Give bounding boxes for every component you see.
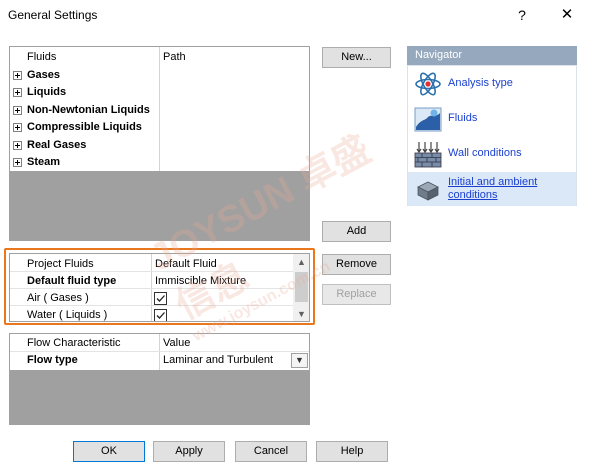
expand-icon[interactable] [13, 123, 22, 132]
add-button[interactable]: Add [322, 221, 391, 242]
project-fluids-table: Project Fluids Default Fluid Default flu… [9, 253, 310, 322]
vertical-scrollbar[interactable]: ▲ ▼ [293, 254, 309, 321]
expand-icon[interactable] [13, 70, 22, 80]
column-header-default-fluid: Default Fluid [155, 258, 217, 270]
help-button[interactable]: Help [316, 441, 388, 462]
column-header-project-fluids: Project Fluids [27, 258, 94, 270]
fluid-group-row[interactable]: Steam [10, 154, 309, 172]
nav-item-label: Initial and ambient conditions [448, 176, 538, 201]
fluid-group-label: Liquids [27, 86, 67, 98]
cancel-button[interactable]: Cancel [235, 441, 307, 462]
initial-conditions-icon [414, 175, 442, 203]
help-icon[interactable]: ? [508, 4, 536, 26]
project-fluid-name: Air ( Gases ) [27, 292, 89, 304]
default-fluid-checkbox[interactable] [154, 309, 167, 321]
column-header-path: Path [163, 51, 186, 63]
flow-type-value[interactable]: Laminar and Turbulent [163, 352, 273, 370]
wall-conditions-icon [414, 140, 442, 168]
project-fluids-header: Project Fluids Default Fluid [10, 256, 309, 274]
nav-item-label: Wall conditions [448, 147, 522, 159]
flow-type-label: Flow type [27, 354, 78, 366]
column-header-fluids: Fluids [27, 51, 57, 63]
navigator-title: Navigator [407, 46, 577, 65]
project-fluid-name: Water ( Liquids ) [27, 309, 108, 321]
fluids-icon [414, 105, 442, 133]
default-fluid-checkbox[interactable] [154, 292, 167, 305]
project-fluid-row[interactable]: Water ( Liquids ) [10, 307, 309, 321]
flow-type-row[interactable]: Flow type Laminar and Turbulent ▼ [10, 352, 309, 370]
ok-button[interactable]: OK [73, 441, 145, 462]
fluids-table: Fluids Path Gases Liquids Non-Newtonian … [9, 46, 310, 241]
expand-icon[interactable] [13, 105, 22, 115]
remove-button[interactable]: Remove [322, 254, 391, 275]
flow-table-header: Flow Characteristic Value [10, 335, 309, 353]
scroll-down-icon[interactable]: ▼ [293, 306, 309, 321]
chevron-down-icon[interactable]: ▼ [291, 353, 308, 368]
column-header-flow-characteristic: Flow Characteristic [27, 337, 121, 349]
column-header-value: Value [163, 337, 191, 349]
nav-item-analysis-type[interactable]: Analysis type [408, 67, 576, 101]
project-fluid-row[interactable]: Air ( Gases ) [10, 290, 309, 308]
fluids-table-header: Fluids Path [10, 49, 309, 67]
fluid-group-row[interactable]: Non-Newtonian Liquids [10, 102, 309, 120]
window-title: General Settings [8, 8, 98, 22]
replace-button[interactable]: Replace [322, 284, 391, 305]
nav-item-fluids[interactable]: Fluids [408, 102, 576, 136]
default-fluid-type-label: Default fluid type [27, 275, 117, 287]
scroll-up-icon[interactable]: ▲ [293, 254, 309, 271]
navigator-list: Analysis type Fluids Wall conditions Ini… [407, 65, 577, 206]
close-icon[interactable]: ✕ [553, 4, 581, 26]
fluid-group-row[interactable]: Liquids [10, 84, 309, 102]
fluid-group-label: Gases [27, 68, 61, 81]
expand-icon[interactable] [13, 158, 22, 167]
flow-characteristic-table: Flow Characteristic Value Flow type Lami… [9, 333, 310, 425]
fluid-group-row[interactable]: Compressible Liquids [10, 119, 309, 137]
empty-area [10, 370, 309, 424]
fluid-group-label: Non-Newtonian Liquids [27, 103, 150, 116]
expand-icon[interactable] [13, 88, 22, 97]
nav-item-label: Fluids [448, 112, 478, 124]
default-fluid-type-value[interactable]: Immiscible Mixture [155, 273, 246, 291]
apply-button[interactable]: Apply [153, 441, 225, 462]
fluid-group-label: Real Gases [27, 138, 87, 151]
atom-icon [414, 70, 442, 98]
title-bar: General Settings ? ✕ [0, 0, 590, 30]
fluid-group-row[interactable]: Gases [10, 67, 309, 85]
default-fluid-type-row[interactable]: Default fluid type Immiscible Mixture [10, 273, 309, 291]
navigator-panel: Navigator Analysis type Fluids Wall cond… [407, 46, 577, 206]
expand-icon[interactable] [13, 140, 22, 150]
nav-item-wall-conditions[interactable]: Wall conditions [408, 137, 576, 171]
scroll-thumb[interactable] [295, 272, 308, 302]
fluid-group-label: Steam [27, 156, 61, 168]
empty-area [10, 171, 309, 240]
new-button[interactable]: New... [322, 47, 391, 68]
nav-item-initial-conditions[interactable]: Initial and ambient conditions [408, 172, 576, 206]
fluid-group-row[interactable]: Real Gases [10, 137, 309, 155]
fluid-group-label: Compressible Liquids [27, 121, 142, 133]
nav-item-label: Analysis type [448, 77, 513, 89]
